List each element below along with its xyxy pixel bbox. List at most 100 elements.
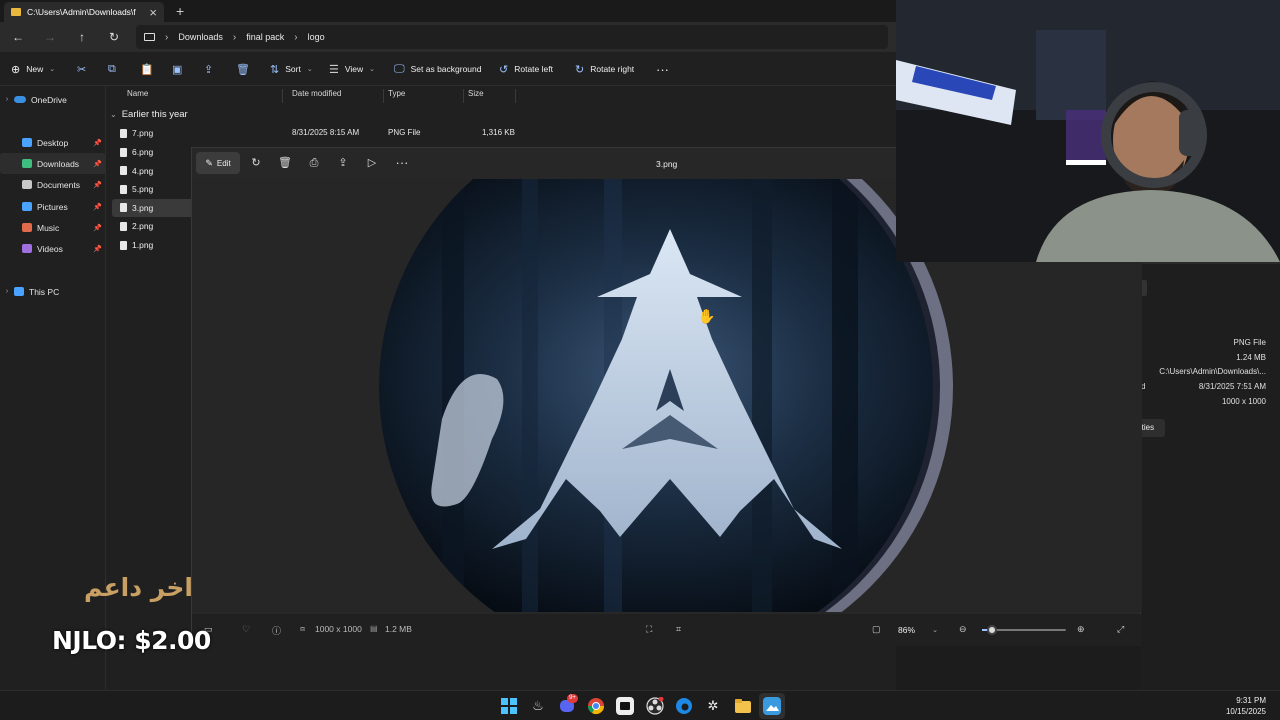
- breadcrumb-logo[interactable]: logo: [308, 32, 325, 42]
- picture-icon: [22, 202, 32, 211]
- rotate-left-label: Rotate left: [514, 64, 553, 74]
- pin-icon[interactable]: 📌: [93, 181, 102, 189]
- clock-time: 9:31 PM: [1236, 696, 1266, 705]
- print-icon[interactable]: ⎙: [307, 156, 321, 170]
- paste-button[interactable]: 📋: [140, 52, 154, 86]
- close-tab-icon[interactable]: ×: [149, 5, 157, 20]
- up-icon[interactable]: ↑: [74, 29, 90, 45]
- file-row[interactable]: 4.png: [112, 162, 196, 180]
- image-file-icon: [120, 203, 127, 213]
- dimensions-icon: ⧈: [300, 624, 306, 633]
- group-label: Earlier this year: [121, 109, 188, 120]
- zoom-out-icon[interactable]: ⊖: [959, 624, 967, 635]
- rename-button[interactable]: ▣: [172, 52, 182, 86]
- download-icon: [22, 159, 32, 168]
- refresh-icon[interactable]: ↻: [106, 29, 122, 45]
- zoom-slider[interactable]: [982, 625, 1066, 635]
- chevron-down-icon: ⌄: [932, 627, 938, 634]
- column-type[interactable]: Type: [384, 89, 464, 103]
- zoom-slider-thumb[interactable]: [987, 625, 998, 635]
- capture-app-icon[interactable]: ✲: [704, 697, 722, 715]
- file-row[interactable]: 2.png: [112, 217, 196, 235]
- file-row[interactable]: 5.png: [112, 180, 196, 198]
- more-options-icon[interactable]: ···: [656, 52, 669, 86]
- copy-button[interactable]: ⧉: [108, 52, 116, 86]
- fit-to-window-icon[interactable]: ▢: [872, 624, 881, 635]
- zoom-in-icon[interactable]: ⊕: [1077, 624, 1085, 635]
- file-explorer-icon[interactable]: [734, 697, 752, 715]
- share-icon[interactable]: ⇪: [336, 156, 350, 170]
- chevron-down-icon: ⌄: [110, 110, 117, 119]
- scan-text-icon[interactable]: ⌗: [676, 624, 681, 635]
- more-options-icon[interactable]: ···: [395, 156, 409, 170]
- explorer-tab[interactable]: C:\Users\Admin\Downloads\f ×: [4, 2, 164, 22]
- obs-icon[interactable]: [646, 697, 664, 715]
- new-button[interactable]: ⊕ New ⌄: [11, 52, 55, 86]
- share-button[interactable]: ⇪: [204, 52, 213, 86]
- file-row[interactable]: 7.png 8/31/2025 8:15 AM PNG File 1,316 K…: [112, 124, 532, 142]
- discord-icon[interactable]: 9+: [558, 694, 578, 715]
- slideshow-icon[interactable]: ▷: [365, 156, 379, 170]
- set-background-label: Set as background: [410, 64, 482, 74]
- system-clock[interactable]: 9:31 PM 10/15/2025: [1226, 695, 1266, 717]
- file-row[interactable]: 1.png: [112, 236, 196, 254]
- steam-icon[interactable]: ♨: [529, 697, 547, 715]
- breadcrumb-final-pack[interactable]: final pack: [246, 32, 284, 42]
- pin-icon[interactable]: 📌: [93, 160, 102, 168]
- sidebar-item-downloads[interactable]: Downloads 📌: [0, 153, 106, 174]
- image-dimensions: 1000 x 1000: [315, 624, 362, 634]
- sort-button[interactable]: ⇅ Sort ⌄: [270, 52, 313, 86]
- rotate-right-button[interactable]: ↻ Rotate right: [575, 52, 634, 86]
- file-name: 4.png: [132, 165, 154, 176]
- rotate-icon[interactable]: ↻: [249, 156, 263, 170]
- sort-icon: ⇅: [270, 63, 280, 76]
- back-icon[interactable]: ←: [10, 29, 26, 45]
- zoom-dropdown[interactable]: 86% ⌄: [892, 621, 944, 639]
- capcut-icon[interactable]: [616, 697, 634, 715]
- pin-icon[interactable]: 📌: [93, 139, 102, 147]
- info-icon[interactable]: ⓘ: [272, 624, 281, 637]
- forward-icon[interactable]: →: [42, 29, 58, 45]
- latest-supporter-label: اخر داعم: [84, 573, 193, 602]
- file-name: 3.png: [132, 202, 154, 213]
- pin-icon[interactable]: 📌: [93, 203, 102, 211]
- group-header[interactable]: ⌄ Earlier this year: [110, 109, 188, 120]
- address-bar[interactable]: › Downloads › final pack › logo: [136, 25, 888, 49]
- set-as-background-button[interactable]: 🖵 Set as background: [394, 52, 482, 86]
- breadcrumb-downloads[interactable]: Downloads: [178, 32, 223, 42]
- crop-icon[interactable]: ⛶: [646, 624, 652, 635]
- rotate-left-button[interactable]: ↺ Rotate left: [499, 52, 553, 86]
- file-row[interactable]: 6.png: [112, 143, 196, 161]
- file-name: 5.png: [132, 184, 154, 195]
- chrome-icon[interactable]: [587, 697, 605, 715]
- cut-button[interactable]: ✂: [77, 52, 86, 86]
- edit-button[interactable]: ✎ Edit: [196, 152, 240, 174]
- sidebar-item-desktop[interactable]: Desktop 📌: [0, 132, 106, 153]
- edit-icon: ✎: [205, 157, 213, 168]
- sidebar-item-music[interactable]: Music 📌: [0, 217, 106, 238]
- pin-icon[interactable]: 📌: [93, 245, 102, 253]
- start-button[interactable]: [500, 697, 518, 715]
- pin-icon[interactable]: 📌: [93, 224, 102, 232]
- edge-icon[interactable]: [675, 697, 693, 715]
- column-size[interactable]: Size: [464, 89, 516, 103]
- detail-size: 1.24 MB: [1236, 353, 1266, 362]
- sidebar-item-videos[interactable]: Videos 📌: [0, 238, 106, 259]
- file-row[interactable]: 3.png: [112, 198, 196, 217]
- delete-icon[interactable]: 🗑: [278, 156, 292, 170]
- sidebar-item-documents[interactable]: Documents 📌: [0, 174, 106, 195]
- column-date-modified[interactable]: Date modified: [288, 89, 384, 103]
- fullscreen-icon[interactable]: ⤢: [1117, 624, 1124, 635]
- favorite-icon[interactable]: ♡: [242, 624, 250, 635]
- folder-icon: [11, 8, 21, 16]
- new-tab-icon[interactable]: +: [176, 3, 184, 19]
- sidebar-item-pictures[interactable]: Pictures 📌: [0, 196, 106, 217]
- column-name[interactable]: Name: [123, 89, 283, 103]
- detail-type: PNG File: [1233, 338, 1266, 347]
- sidebar-item-this-pc[interactable]: › This PC: [0, 281, 106, 302]
- chevron-down-icon: ⌄: [49, 66, 56, 73]
- photos-icon[interactable]: [763, 697, 781, 715]
- view-button[interactable]: ☰ View ⌄: [329, 52, 375, 86]
- delete-button[interactable]: 🗑: [236, 52, 250, 86]
- sidebar-item-onedrive[interactable]: › OneDrive: [0, 89, 106, 110]
